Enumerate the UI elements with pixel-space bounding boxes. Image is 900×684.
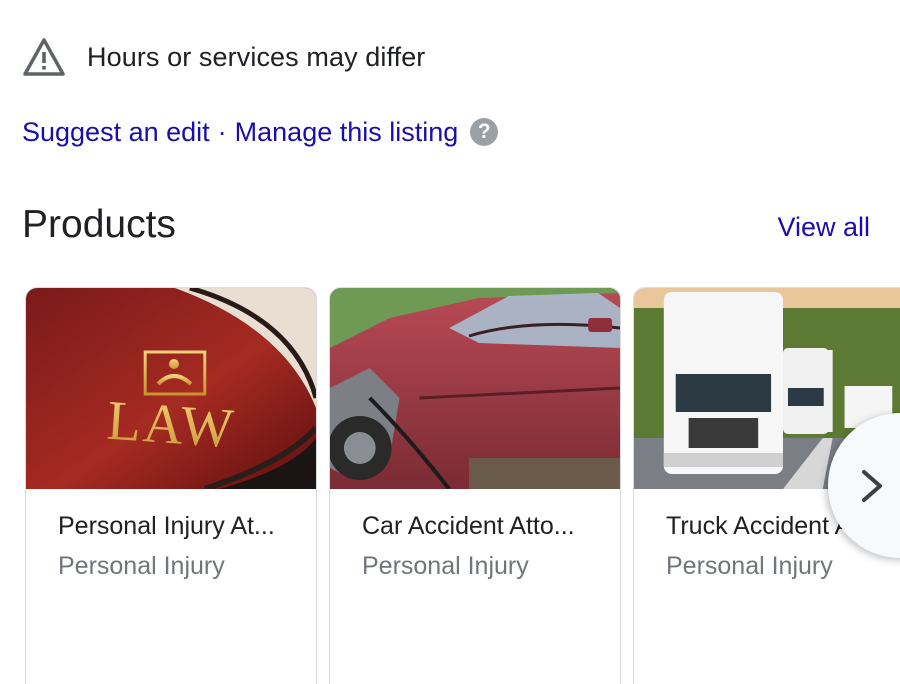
help-icon[interactable]: ? bbox=[470, 118, 499, 146]
wrecked-car-image bbox=[330, 288, 620, 489]
manage-listing-link[interactable]: Manage this listing bbox=[235, 117, 459, 148]
product-category: Personal Injury bbox=[58, 552, 225, 580]
listing-links: Suggest an edit · Manage this listing ? bbox=[22, 112, 499, 152]
product-card[interactable]: Car Accident Atto... Personal Injury bbox=[329, 287, 621, 684]
law-book-image: LAW bbox=[26, 288, 316, 489]
view-all-link[interactable]: View all bbox=[777, 212, 870, 243]
section-title: Products bbox=[22, 203, 176, 246]
product-card[interactable]: LAW Personal Injury At... Personal Injur… bbox=[25, 287, 317, 684]
warning-triangle-icon bbox=[22, 37, 66, 77]
svg-text:LAW: LAW bbox=[105, 389, 237, 460]
notice-text: Hours or services may differ bbox=[87, 41, 426, 72]
link-separator: · bbox=[217, 116, 227, 147]
product-name: Car Accident Atto... bbox=[362, 512, 575, 540]
product-category: Personal Injury bbox=[362, 552, 529, 580]
product-name: Personal Injury At... bbox=[58, 512, 275, 540]
hours-notice: Hours or services may differ bbox=[22, 36, 425, 78]
suggest-edit-link[interactable]: Suggest an edit bbox=[22, 117, 210, 148]
product-category: Personal Injury bbox=[666, 552, 833, 580]
